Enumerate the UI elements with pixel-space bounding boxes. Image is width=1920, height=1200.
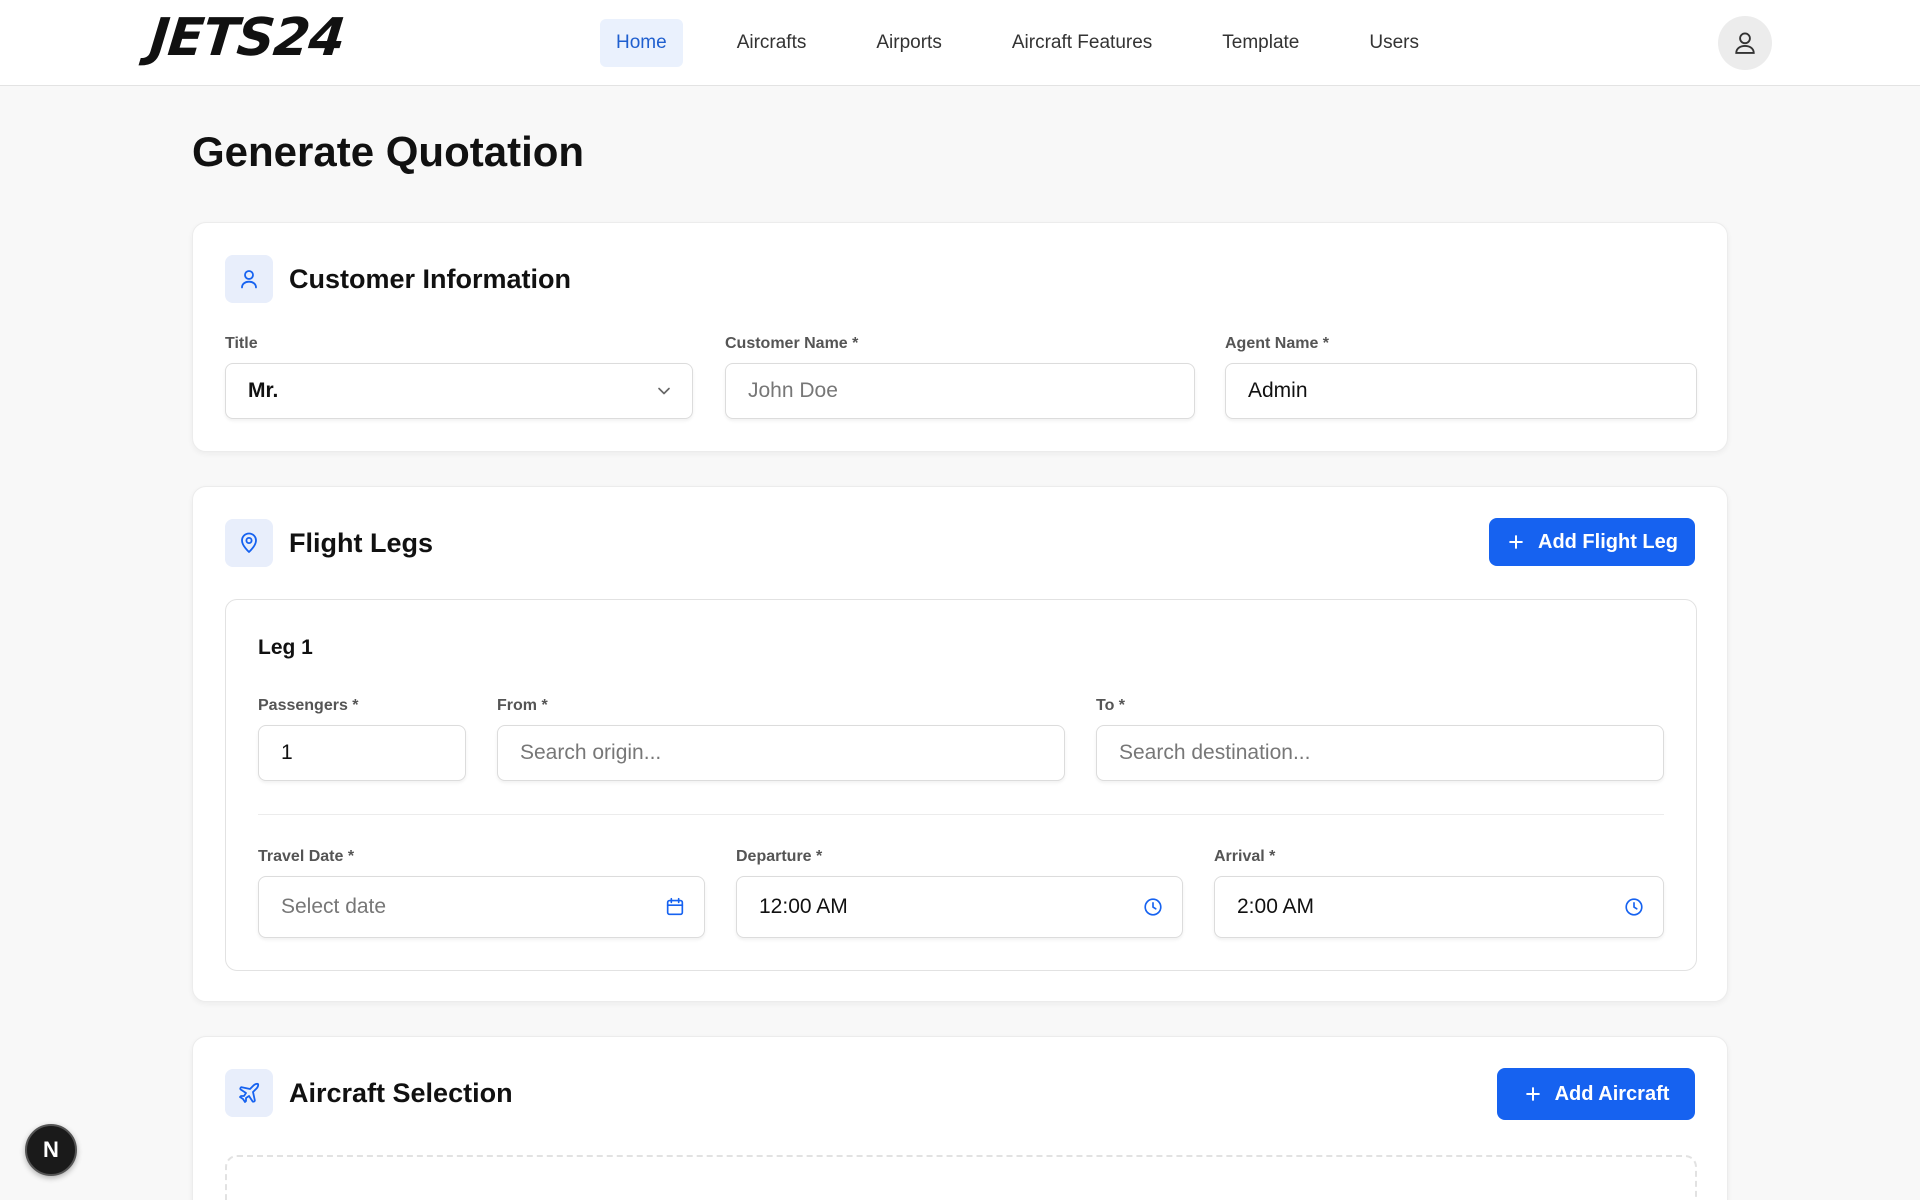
- from-label: From *: [497, 697, 548, 714]
- aircraft-empty-dropzone: [225, 1155, 1697, 1200]
- to-label: To *: [1096, 697, 1126, 714]
- plus-icon: [1525, 1087, 1540, 1101]
- travel-date-label: Travel Date *: [258, 848, 355, 865]
- calendar-icon[interactable]: [664, 896, 686, 918]
- agent-name-input[interactable]: Admin: [1225, 363, 1697, 419]
- nav-home[interactable]: Home: [600, 19, 683, 67]
- customer-name-placeholder: John Doe: [748, 379, 838, 402]
- customer-section-header: Customer Information: [225, 255, 571, 303]
- nextjs-dev-badge[interactable]: N: [25, 1124, 77, 1176]
- travel-date-placeholder: Select date: [281, 895, 387, 918]
- arrival-field: Arrival * 2:00 AM: [1214, 848, 1664, 938]
- passengers-field: Passengers * 1: [258, 697, 466, 781]
- nav-airports[interactable]: Airports: [860, 19, 957, 67]
- top-navbar: JETS24 Home Aircrafts Airports Aircraft …: [0, 0, 1920, 86]
- user-icon: [241, 270, 257, 289]
- departure-time-input[interactable]: 12:00 AM: [736, 876, 1183, 938]
- nav-aircraft-features[interactable]: Aircraft Features: [996, 19, 1168, 67]
- agent-name-label: Agent Name *: [1225, 335, 1330, 352]
- map-pin-icon: [241, 532, 257, 553]
- leg-card: Leg 1 Passengers * 1 From * Search origi…: [225, 599, 1697, 971]
- aircraft-icon-box: [225, 1069, 273, 1117]
- chevron-down-icon: [654, 381, 674, 401]
- agent-name-field: Agent Name * Admin: [1225, 335, 1697, 419]
- travel-date-input[interactable]: Select date: [258, 876, 705, 938]
- from-field: From * Search origin...: [497, 697, 1065, 781]
- nav-aircrafts[interactable]: Aircrafts: [721, 19, 823, 67]
- title-select[interactable]: Mr.: [225, 363, 693, 419]
- arrival-time-input[interactable]: 2:00 AM: [1214, 876, 1664, 938]
- departure-label: Departure *: [736, 848, 823, 865]
- add-flight-leg-button[interactable]: Add Flight Leg: [1489, 518, 1695, 566]
- main-nav: Home Aircrafts Airports Aircraft Feature…: [600, 19, 1435, 67]
- nav-template[interactable]: Template: [1206, 19, 1315, 67]
- customer-name-field: Customer Name * John Doe: [725, 335, 1195, 419]
- destination-search-input[interactable]: Search destination...: [1096, 725, 1664, 781]
- agent-name-value: Admin: [1248, 379, 1308, 402]
- passengers-input[interactable]: 1: [258, 725, 466, 781]
- clock-icon[interactable]: [1623, 896, 1645, 918]
- destination-placeholder: Search destination...: [1119, 741, 1311, 764]
- plus-icon: [1509, 535, 1523, 549]
- arrival-label: Arrival *: [1214, 848, 1276, 865]
- passengers-label: Passengers *: [258, 697, 359, 714]
- customer-section-title: Customer Information: [289, 263, 572, 294]
- title-field: Title Mr.: [225, 335, 693, 419]
- flight-legs-title: Flight Legs: [289, 527, 433, 558]
- title-value: Mr.: [248, 379, 279, 402]
- departure-value: 12:00 AM: [759, 895, 848, 918]
- leg-divider: [258, 814, 1664, 815]
- origin-search-input[interactable]: Search origin...: [497, 725, 1065, 781]
- clock-icon[interactable]: [1142, 896, 1164, 918]
- title-label: Title: [225, 335, 258, 352]
- customer-information-card: Customer Information Title Mr. Customer …: [192, 222, 1728, 452]
- aircraft-selection-card: Aircraft Selection Add Aircraft: [192, 1036, 1728, 1200]
- passengers-value: 1: [281, 741, 293, 764]
- user-icon: [1735, 32, 1755, 54]
- jets24-logo[interactable]: JETS24: [147, 8, 347, 68]
- leg-title: Leg 1: [258, 636, 313, 659]
- user-avatar-button[interactable]: [1718, 16, 1772, 70]
- to-field: To * Search destination...: [1096, 697, 1664, 781]
- customer-name-input[interactable]: John Doe: [725, 363, 1195, 419]
- departure-field: Departure * 12:00 AM: [736, 848, 1183, 938]
- add-aircraft-button[interactable]: Add Aircraft: [1497, 1068, 1695, 1120]
- page-title: Generate Quotation: [192, 128, 585, 175]
- origin-placeholder: Search origin...: [520, 741, 662, 764]
- arrival-value: 2:00 AM: [1237, 895, 1315, 918]
- aircraft-selection-title: Aircraft Selection: [289, 1077, 513, 1108]
- customer-icon-box: [225, 255, 273, 303]
- travel-date-field: Travel Date * Select date: [258, 848, 705, 938]
- flight-legs-icon-box: [225, 519, 273, 567]
- aircraft-selection-header: Aircraft Selection: [225, 1069, 513, 1117]
- add-aircraft-label: Add Aircraft: [1554, 1082, 1670, 1105]
- flight-legs-header: Flight Legs: [225, 519, 433, 567]
- add-flight-leg-label: Add Flight Leg: [1538, 530, 1678, 553]
- flight-legs-card: Flight Legs Add Flight Leg Leg 1 Passeng…: [192, 486, 1728, 1002]
- plane-icon: [239, 1082, 260, 1103]
- nav-users[interactable]: Users: [1353, 19, 1435, 67]
- customer-name-label: Customer Name *: [725, 335, 859, 352]
